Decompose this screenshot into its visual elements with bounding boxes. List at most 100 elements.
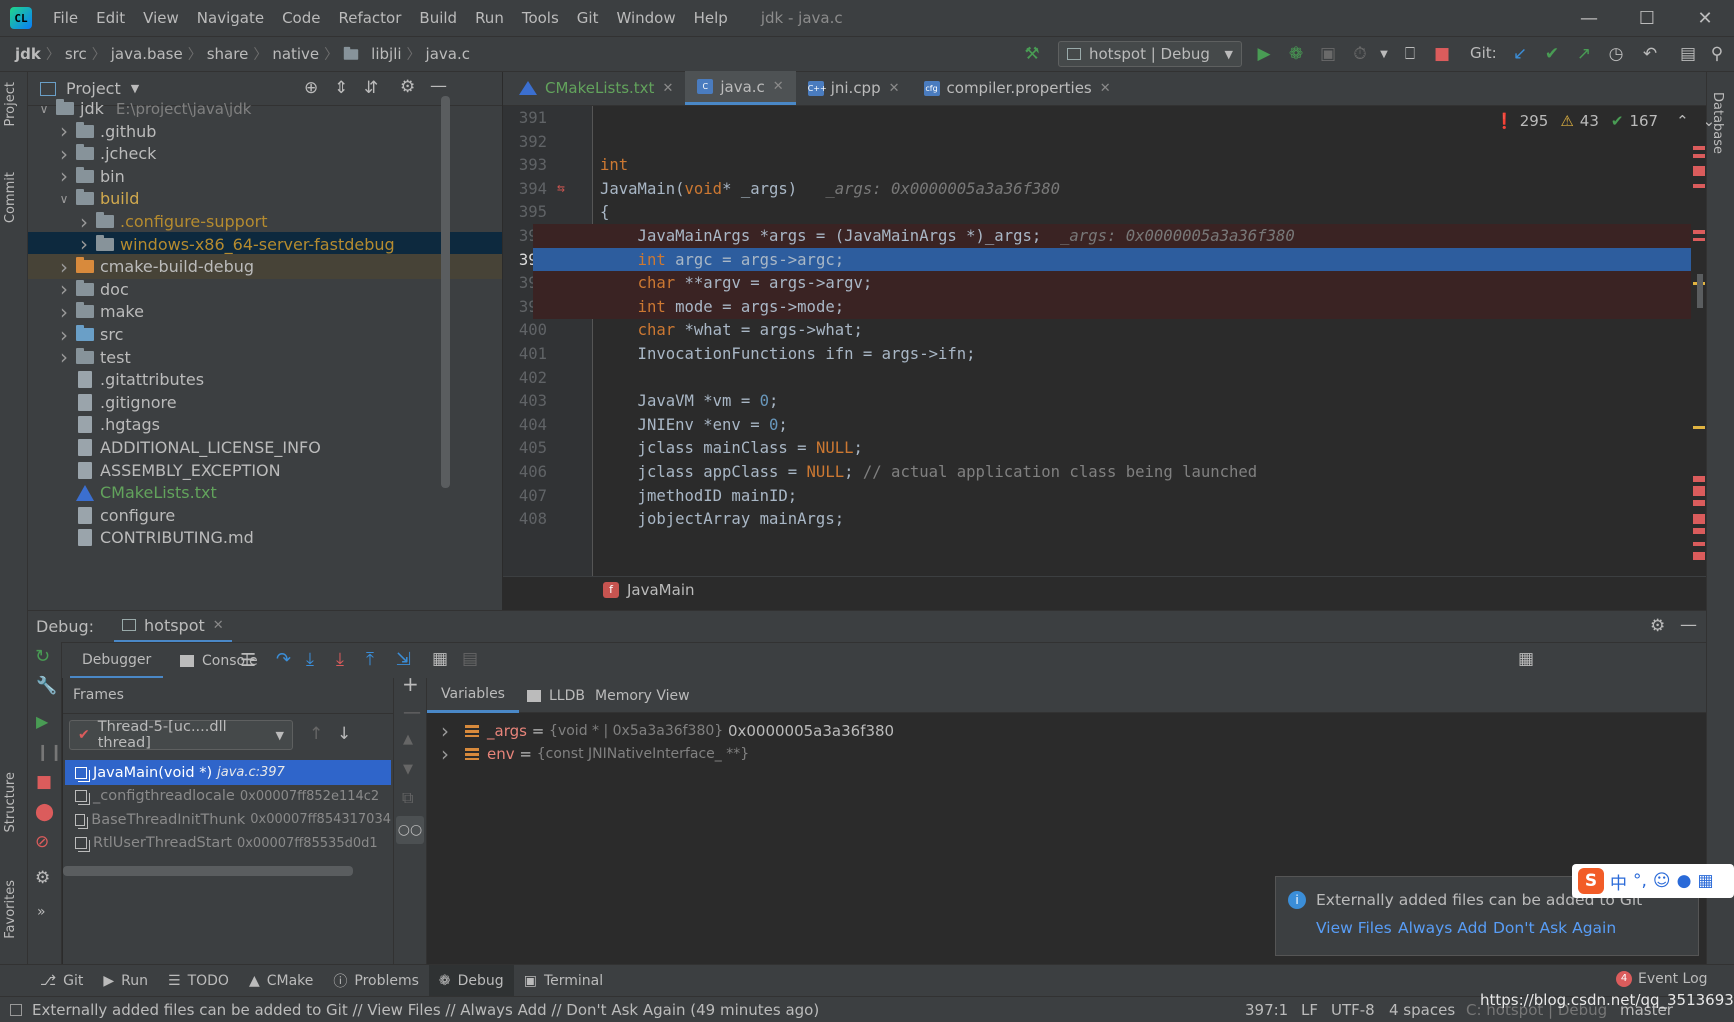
rollback-icon[interactable]: ↶: [1638, 42, 1662, 66]
tree-item[interactable]: ADDITIONAL_LICENSE_INFO: [28, 435, 502, 460]
editor-error-stripe[interactable]: [1691, 106, 1706, 576]
tree-item[interactable]: configure: [28, 503, 502, 528]
status-message[interactable]: Externally added files can be added to G…: [32, 1001, 819, 1019]
layout-settings-icon[interactable]: ▦: [1518, 649, 1534, 669]
menu-navigate[interactable]: Navigate: [188, 0, 273, 36]
tree-item[interactable]: › src: [28, 322, 502, 347]
tree-item[interactable]: CONTRIBUTING.md: [28, 525, 502, 550]
tab-memory-view[interactable]: Memory View: [587, 678, 698, 713]
tool-tab-run[interactable]: ▶ Run: [93, 965, 158, 997]
breadcrumb-item[interactable]: libjli: [366, 45, 406, 63]
menu-help[interactable]: Help: [685, 0, 737, 36]
close-window-button[interactable]: ✕: [1676, 0, 1734, 36]
collapsed-arrow-icon[interactable]: ›: [76, 232, 92, 256]
editor-tab[interactable]: cfg compiler.properties ✕: [912, 71, 1123, 105]
line-separator[interactable]: LF: [1301, 1001, 1318, 1019]
collapse-all-icon[interactable]: ⇵: [364, 78, 378, 98]
side-tab-project[interactable]: Project: [3, 82, 18, 126]
tool-tab-cmake[interactable]: ▲ CMake: [239, 965, 323, 997]
code-line[interactable]: [503, 366, 1691, 390]
tab-debugger[interactable]: Debugger: [70, 643, 164, 679]
run-configuration-select[interactable]: hotspot | Debug ▼: [1058, 41, 1242, 67]
frames-scrollbar[interactable]: [63, 866, 353, 876]
tool-tab-debug[interactable]: ❁ Debug: [428, 964, 514, 997]
code-line[interactable]: InvocationFunctions ifn = args->ifn;: [503, 342, 1691, 366]
evaluate-expression-icon[interactable]: ▦: [432, 649, 448, 669]
git-commit-icon[interactable]: ✔: [1540, 42, 1564, 66]
view-files-link[interactable]: View Files: [1316, 919, 1392, 937]
breadcrumb-item[interactable]: java.c: [421, 45, 475, 63]
menu-run[interactable]: Run: [466, 0, 513, 36]
expand-arrow-icon[interactable]: ›: [441, 719, 449, 743]
attach-debugger-icon[interactable]: ⎕: [1398, 42, 1422, 66]
project-scrollbar[interactable]: [441, 96, 450, 488]
menu-git[interactable]: Git: [568, 0, 608, 36]
code-line[interactable]: JavaMain(void* _args) _args: 0x0000005a3…: [533, 177, 1691, 201]
frame-row[interactable]: JavaMain(void *) java.c:397: [65, 760, 391, 785]
close-tab-icon[interactable]: ✕: [662, 81, 673, 96]
expanded-arrow-icon[interactable]: ∨: [36, 102, 52, 116]
code-line[interactable]: [503, 130, 1691, 154]
frame-row[interactable]: RtlUserThreadStart 0x00007ff85535d0d1: [65, 831, 391, 856]
frame-row[interactable]: _configthreadlocale 0x00007ff852e114c2: [65, 784, 391, 809]
minimize-button[interactable]: —: [1560, 0, 1618, 36]
close-tab-icon[interactable]: ✕: [773, 79, 784, 94]
tree-item[interactable]: › test: [28, 345, 502, 370]
tool-tab-git[interactable]: ⎇ Git: [30, 965, 93, 997]
add-watch-icon[interactable]: +: [402, 672, 419, 696]
tree-item[interactable]: ∨ build: [28, 186, 502, 211]
tab-variables[interactable]: Variables: [427, 678, 519, 713]
maximize-button[interactable]: ☐: [1618, 0, 1676, 36]
code-line[interactable]: jobjectArray mainArgs;: [503, 507, 1691, 531]
tree-item[interactable]: .hgtags: [28, 412, 502, 437]
stop-icon[interactable]: ■: [36, 772, 52, 792]
breadcrumb-item[interactable]: native: [267, 45, 324, 63]
code-line[interactable]: jclass appClass = NULL; // actual applic…: [503, 460, 1691, 484]
thread-select[interactable]: ✔ Thread-5-[uc....dll thread] ▼: [69, 719, 293, 751]
previous-highlight-icon[interactable]: ⌃: [1676, 112, 1689, 130]
close-tab-icon[interactable]: ✕: [1100, 81, 1111, 96]
menu-window[interactable]: Window: [607, 0, 684, 36]
dont-ask-again-link[interactable]: Don't Ask Again: [1493, 919, 1616, 937]
tree-item[interactable]: › .jcheck: [28, 141, 502, 166]
collapsed-arrow-icon[interactable]: ›: [56, 142, 72, 166]
settings-icon[interactable]: ⚙: [35, 868, 50, 888]
code-line[interactable]: int mode = args->mode;: [533, 294, 1691, 319]
collapsed-arrow-icon[interactable]: ›: [56, 345, 72, 369]
menu-build[interactable]: Build: [410, 0, 466, 36]
code-line[interactable]: JavaMainArgs *args = (JavaMainArgs *)_ar…: [533, 224, 1691, 248]
mute-breakpoints-icon[interactable]: ⊘: [35, 832, 49, 852]
menu-file[interactable]: File: [44, 0, 87, 36]
history-icon[interactable]: ◷: [1604, 42, 1628, 66]
tree-item[interactable]: ASSEMBLY_EXCEPTION: [28, 458, 502, 483]
indent-setting[interactable]: 4 spaces: [1389, 1001, 1455, 1019]
close-tab-icon[interactable]: ✕: [889, 81, 900, 96]
wrench-icon[interactable]: 🔧: [36, 676, 57, 696]
tree-item[interactable]: › .configure-support: [28, 209, 502, 234]
collapsed-arrow-icon[interactable]: ›: [56, 255, 72, 279]
glasses-icon[interactable]: ○○: [396, 816, 424, 844]
code-line[interactable]: int: [503, 153, 1691, 177]
trace-icon[interactable]: ▤: [462, 649, 478, 669]
side-tab-favorites[interactable]: Favorites: [3, 880, 18, 939]
variable-row[interactable]: › _args = {void * | 0x5a3a36f380} 0x00000…: [427, 718, 894, 743]
ime-toolbar[interactable]: S 中 °, ☺ ● ▦: [1572, 864, 1734, 898]
tree-item[interactable]: › .github: [28, 119, 502, 144]
profile-icon[interactable]: ⏱: [1348, 42, 1372, 66]
collapsed-arrow-icon[interactable]: ›: [56, 300, 72, 324]
stop-icon[interactable]: ■: [1430, 42, 1454, 66]
tool-tab-terminal[interactable]: ▣ Terminal: [514, 965, 613, 997]
code-line[interactable]: JNIEnv *env = 0;: [503, 413, 1691, 437]
tree-item[interactable]: › windows-x86_64-server-fastdebug: [28, 231, 502, 257]
step-into-icon[interactable]: ⤓: [306, 649, 314, 670]
tree-item[interactable]: .gitignore: [28, 390, 502, 415]
tree-item[interactable]: CMakeLists.txt: [28, 480, 502, 505]
step-out-icon[interactable]: ⤒: [366, 649, 374, 670]
expand-all-icon[interactable]: ⇕: [334, 78, 348, 98]
code-line[interactable]: jmethodID mainID;: [503, 484, 1691, 508]
code-line[interactable]: {: [503, 200, 1691, 224]
chevron-down-icon[interactable]: ▼: [131, 82, 139, 95]
menu-code[interactable]: Code: [273, 0, 329, 36]
expanded-arrow-icon[interactable]: ∨: [56, 192, 72, 206]
event-log-button[interactable]: 4 Event Log: [1616, 971, 1708, 987]
